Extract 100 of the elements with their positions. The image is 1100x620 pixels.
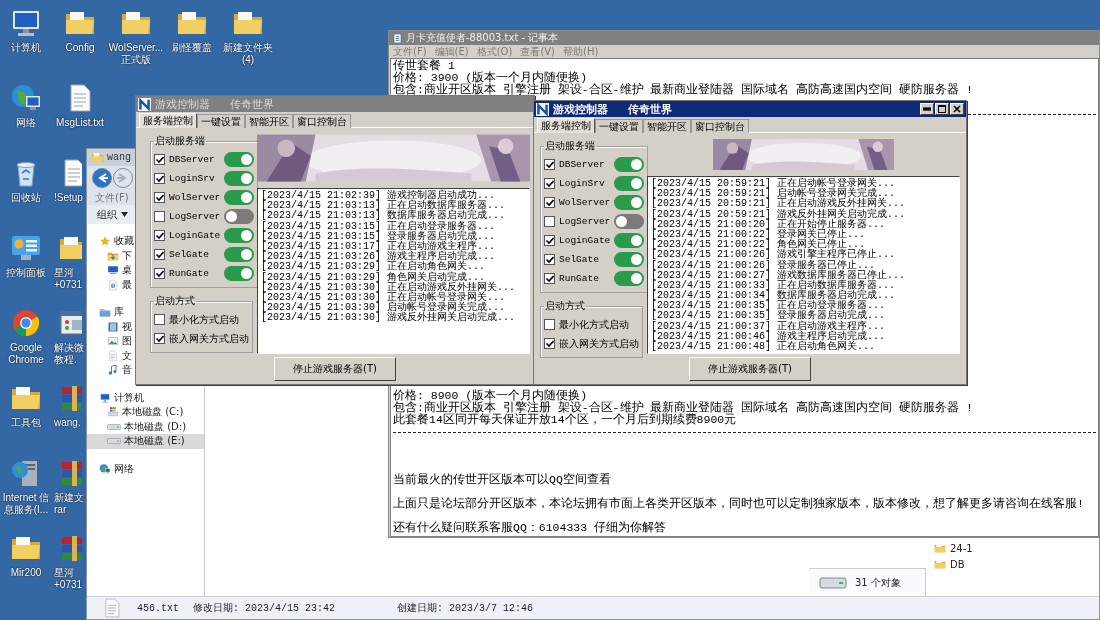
checkmark-icon bbox=[155, 334, 164, 343]
checkbox[interactable] bbox=[154, 230, 165, 241]
checkbox[interactable] bbox=[544, 338, 555, 349]
nav-item[interactable]: 最 bbox=[122, 277, 132, 292]
text-line: 还有什么疑问联系客服QQ：6104333 仔细为你解答 bbox=[393, 522, 667, 534]
nav-item[interactable]: 视 bbox=[122, 319, 132, 334]
nav-item[interactable]: 网络 bbox=[114, 461, 134, 476]
tab[interactable]: 一键设置 bbox=[595, 119, 643, 133]
toggle-switch[interactable] bbox=[224, 266, 255, 281]
nav-item[interactable]: 文 bbox=[122, 348, 132, 363]
checkbox[interactable] bbox=[544, 235, 555, 246]
toggle-switch[interactable] bbox=[224, 171, 255, 186]
checkbox[interactable] bbox=[544, 216, 555, 227]
checkbox[interactable] bbox=[154, 192, 165, 203]
checkbox[interactable] bbox=[544, 178, 555, 189]
tab[interactable]: 服务端控制 bbox=[537, 118, 595, 133]
checkbox[interactable] bbox=[544, 197, 555, 208]
image-icon bbox=[107, 335, 119, 348]
checkbox[interactable] bbox=[154, 333, 165, 344]
organize-button[interactable]: 组织 bbox=[95, 206, 130, 223]
toggle-switch[interactable] bbox=[224, 247, 255, 262]
nav-item[interactable]: 库 bbox=[114, 305, 124, 320]
nav-item[interactable]: 下 bbox=[122, 248, 132, 263]
folder-name[interactable]: DB bbox=[950, 558, 965, 570]
nav-item[interactable]: 音 bbox=[122, 363, 132, 378]
icon-label[interactable]: 新建文rar bbox=[54, 492, 86, 516]
icon-label[interactable]: 回收站 bbox=[0, 192, 52, 204]
toggle-switch[interactable] bbox=[224, 209, 255, 224]
back-button[interactable] bbox=[92, 168, 112, 188]
minimize-button[interactable] bbox=[920, 103, 934, 115]
tab[interactable]: 窗口控制台 bbox=[293, 114, 351, 128]
icon-label[interactable]: 网络 bbox=[0, 117, 52, 129]
icon-label[interactable]: 星河+0731 bbox=[54, 267, 86, 291]
icon-label[interactable]: Google Chrome bbox=[0, 342, 52, 366]
maximize-button[interactable] bbox=[935, 103, 949, 115]
toggle-switch[interactable] bbox=[614, 233, 645, 248]
toggle-switch[interactable] bbox=[224, 228, 255, 243]
drive-icon bbox=[107, 438, 121, 445]
toggle-switch[interactable] bbox=[614, 157, 645, 172]
tab[interactable]: 智能开区 bbox=[245, 114, 293, 128]
icon-label[interactable]: MsgList.txt bbox=[50, 117, 110, 129]
tab[interactable]: 服务端控制 bbox=[139, 113, 197, 128]
window-title: 游戏控制器 bbox=[553, 101, 608, 117]
server-name: LoginSrv bbox=[559, 178, 605, 189]
server-name: LogServer bbox=[559, 216, 611, 227]
notepad-icon bbox=[392, 32, 403, 44]
server-name: DBServer bbox=[169, 154, 215, 165]
drive-icon bbox=[107, 423, 121, 430]
checkbox[interactable] bbox=[154, 314, 165, 325]
app-logo-icon bbox=[536, 102, 549, 116]
toggle-switch[interactable] bbox=[614, 214, 645, 229]
tab[interactable]: 智能开区 bbox=[643, 119, 691, 133]
tab[interactable]: 一键设置 bbox=[197, 114, 245, 128]
checkbox[interactable] bbox=[154, 211, 165, 222]
icon-label[interactable]: 工具包 bbox=[0, 417, 52, 429]
browser-icon[interactable] bbox=[10, 307, 42, 339]
close-button[interactable] bbox=[950, 103, 964, 115]
toggle-switch[interactable] bbox=[614, 271, 645, 286]
icon-label[interactable]: 星河+0731 bbox=[54, 567, 86, 591]
checkbox[interactable] bbox=[154, 173, 165, 184]
icon-label[interactable]: 控制面板 bbox=[0, 267, 52, 279]
nav-item[interactable]: 计算机 bbox=[114, 390, 144, 405]
nav-item[interactable]: 图 bbox=[122, 334, 132, 349]
icon-label[interactable]: Mir200 bbox=[0, 567, 52, 579]
toggle-switch[interactable] bbox=[614, 195, 645, 210]
icon-label[interactable]: wang. bbox=[54, 417, 86, 429]
close-icon bbox=[953, 105, 961, 113]
checkbox[interactable] bbox=[154, 249, 165, 260]
toggle-switch[interactable] bbox=[224, 152, 255, 167]
server-name: LoginSrv bbox=[169, 173, 215, 184]
checkbox[interactable] bbox=[154, 268, 165, 279]
checkbox[interactable] bbox=[544, 254, 555, 265]
icon-label[interactable]: 解决微教程. bbox=[54, 342, 86, 366]
checkbox[interactable] bbox=[544, 159, 555, 170]
nav-item[interactable]: 桌 bbox=[122, 263, 132, 278]
nav-item[interactable]: 本地磁盘 (C:) bbox=[122, 405, 184, 420]
left-arrow-icon bbox=[96, 172, 108, 184]
folder-name[interactable]: 24-1 bbox=[950, 542, 973, 554]
menu-item[interactable]: 文件(F) bbox=[95, 190, 135, 205]
tab[interactable]: 窗口控制台 bbox=[691, 119, 749, 133]
caret-icon bbox=[121, 212, 128, 217]
nav-item[interactable]: 收藏 bbox=[114, 234, 134, 249]
toggle-switch[interactable] bbox=[614, 176, 645, 191]
stop-server-button[interactable]: 停止游戏服务器(T) bbox=[274, 357, 396, 381]
drive-icon bbox=[107, 406, 119, 419]
checkmark-icon bbox=[545, 160, 554, 169]
toggle-switch[interactable] bbox=[224, 190, 255, 205]
nav-item[interactable]: 本地磁盘 (D:) bbox=[124, 419, 187, 434]
checkmark-icon bbox=[155, 174, 164, 183]
text-line: 包含:商业开区版本 引擎注册 架设-合区-维护 最新商业登陆器 国际域名 高防高速国内空间 硬防服务器 ! bbox=[393, 402, 974, 414]
icon-label[interactable]: 计算机 bbox=[0, 42, 52, 54]
checkbox[interactable] bbox=[154, 154, 165, 165]
checkbox[interactable] bbox=[544, 319, 555, 330]
toggle-switch[interactable] bbox=[614, 252, 645, 267]
stop-server-button[interactable]: 停止游戏服务器(T) bbox=[689, 357, 811, 381]
icon-label[interactable]: Internet 信息服务(I... bbox=[0, 492, 52, 516]
log-line: [2023/4/15 21:00:26] 游戏引擎主程序已停止... bbox=[651, 250, 897, 261]
icon-label[interactable]: !Setup bbox=[54, 192, 86, 204]
checkbox[interactable] bbox=[544, 273, 555, 284]
monitor-icon bbox=[107, 264, 119, 277]
